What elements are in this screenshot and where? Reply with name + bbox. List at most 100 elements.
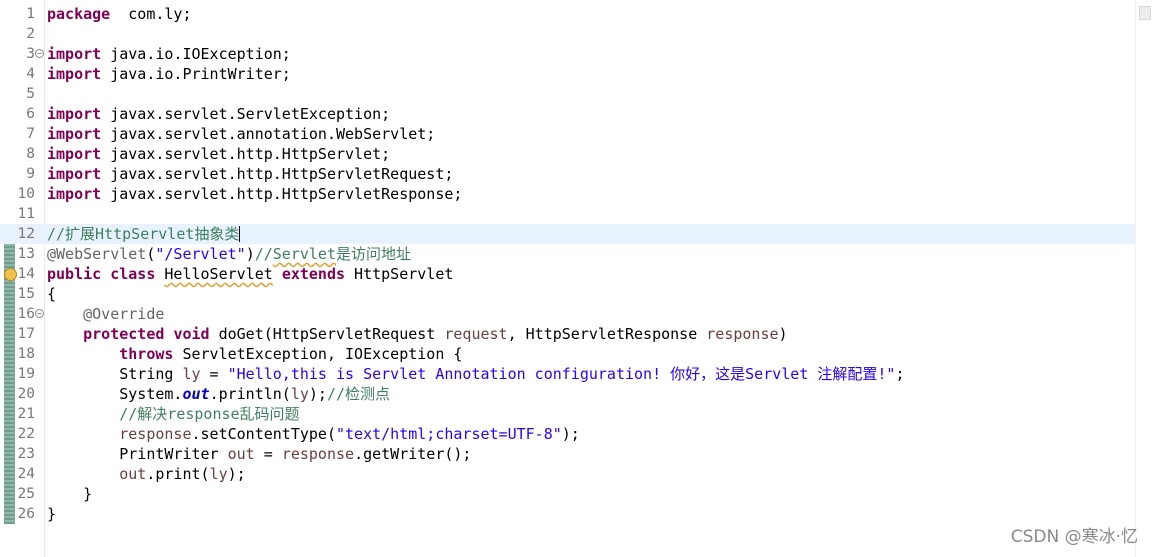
- code-line[interactable]: 2: [0, 24, 1136, 44]
- code-token: }: [47, 485, 93, 503]
- code-token: Servlet: [272, 245, 336, 263]
- code-line[interactable]: 17 protected void doGet(HttpServletReque…: [0, 324, 1136, 344]
- code-line[interactable]: 4 import java.io.PrintWriter;: [0, 64, 1136, 84]
- code-token: String: [47, 365, 183, 383]
- code-token: import: [47, 45, 102, 63]
- watermark: CSDN @寒冰·忆: [1010, 527, 1138, 547]
- code-text[interactable]: //扩展HttpServlet抽象类: [47, 224, 241, 244]
- code-token: System.: [47, 385, 183, 403]
- code-token: "Hello,this is Servlet Annotation config…: [227, 365, 896, 383]
- code-token: );: [227, 465, 246, 483]
- code-token: ly: [182, 365, 201, 383]
- code-text[interactable]: import javax.servlet.http.HttpServlet;: [47, 144, 390, 164]
- code-token: request: [444, 325, 508, 343]
- line-number: 13: [17, 246, 35, 262]
- code-line[interactable]: 11: [0, 204, 1136, 224]
- code-token: HttpServlet: [345, 265, 454, 283]
- code-token: .getWriter();: [354, 445, 472, 463]
- code-line[interactable]: 18 throws ServletException, IOException …: [0, 344, 1136, 364]
- code-line[interactable]: 25 }: [0, 484, 1136, 504]
- code-token: , HttpServletResponse: [507, 325, 707, 343]
- code-line[interactable]: 1 package com.ly;: [0, 4, 1136, 24]
- line-number: 18: [17, 346, 35, 362]
- code-text[interactable]: import java.io.PrintWriter;: [47, 64, 291, 84]
- code-token: response: [706, 325, 779, 343]
- code-text[interactable]: @Override: [47, 304, 164, 324]
- line-number: 6: [26, 106, 35, 122]
- code-token: //检测点: [326, 385, 391, 403]
- code-text[interactable]: public class HelloServlet extends HttpSe…: [47, 264, 453, 284]
- scrollbar-thumb[interactable]: [1139, 6, 1151, 20]
- code-text[interactable]: }: [47, 484, 92, 504]
- code-line[interactable]: 26}: [0, 504, 1136, 524]
- code-text[interactable]: PrintWriter out = response.getWriter();: [47, 444, 471, 464]
- code-line[interactable]: 9 import javax.servlet.http.HttpServletRe…: [0, 164, 1136, 184]
- code-line[interactable]: 22 response.setContentType("text/html;ch…: [0, 424, 1136, 444]
- code-text[interactable]: import javax.servlet.http.HttpServletRes…: [47, 184, 462, 204]
- code-text[interactable]: package com.ly;: [47, 4, 192, 24]
- code-line[interactable]: 15 {: [0, 284, 1136, 304]
- code-line[interactable]: 3− import java.io.IOException;: [0, 44, 1136, 64]
- code-line[interactable]: 5: [0, 84, 1136, 104]
- code-token: javax.servlet.annotation.WebServlet;: [101, 125, 436, 143]
- code-token: ly: [290, 385, 309, 403]
- code-line[interactable]: 16− @Override: [0, 304, 1136, 324]
- code-text[interactable]: import java.io.IOException;: [47, 44, 291, 64]
- code-line[interactable]: 8 import javax.servlet.http.HttpServlet;: [0, 144, 1136, 164]
- code-token: response: [119, 425, 192, 443]
- code-text[interactable]: response.setContentType("text/html;chars…: [47, 424, 580, 444]
- fold-toggle-icon[interactable]: −: [35, 49, 44, 58]
- code-line[interactable]: 24 out.print(ly);: [0, 464, 1136, 484]
- code-text[interactable]: out.print(ly);: [47, 464, 246, 484]
- code-line[interactable]: 7 import javax.servlet.annotation.WebServ…: [0, 124, 1136, 144]
- code-text[interactable]: }: [47, 504, 56, 524]
- code-text[interactable]: import javax.servlet.http.HttpServletReq…: [47, 164, 453, 184]
- vertical-scrollbar[interactable]: [1135, 0, 1152, 557]
- line-number: 10: [17, 186, 35, 202]
- code-text[interactable]: String ly = "Hello,this is Servlet Annot…: [47, 364, 904, 384]
- code-text[interactable]: import javax.servlet.annotation.WebServl…: [47, 124, 435, 144]
- line-number: 9: [26, 166, 35, 182]
- code-token: //: [254, 245, 273, 263]
- code-token: import: [47, 165, 102, 183]
- code-line[interactable]: 14 public class HelloServlet extends Http…: [0, 264, 1136, 284]
- line-number: 12: [17, 226, 35, 242]
- code-line[interactable]: 19 String ly = "Hello,this is Servlet An…: [0, 364, 1136, 384]
- code-token: ): [245, 245, 255, 263]
- code-line[interactable]: 6 import javax.servlet.ServletException;: [0, 104, 1136, 124]
- code-line[interactable]: 10 import javax.servlet.http.HttpServletR…: [0, 184, 1136, 204]
- code-text[interactable]: //解决response乱码问题: [47, 404, 299, 424]
- code-text[interactable]: protected void doGet(HttpServletRequest …: [47, 324, 788, 344]
- code-token: ): [778, 325, 788, 343]
- code-token: =: [200, 365, 228, 383]
- code-line[interactable]: 13 @WebServlet("/Servlet")//Servlet是访问地址: [0, 244, 1136, 264]
- code-line[interactable]: 23 PrintWriter out = response.getWriter(…: [0, 444, 1136, 464]
- code-text[interactable]: import javax.servlet.ServletException;: [47, 104, 390, 124]
- code-token: ServletException, IOException {: [173, 345, 463, 363]
- code-line[interactable]: 12 //扩展HttpServlet抽象类: [0, 224, 1136, 244]
- code-token: .print(: [146, 465, 210, 483]
- fold-toggle-icon[interactable]: −: [35, 309, 44, 318]
- code-token: ;: [895, 365, 905, 383]
- code-token: package: [47, 5, 111, 23]
- warning-marker-icon[interactable]: [4, 268, 17, 281]
- code-token: PrintWriter: [47, 445, 228, 463]
- code-token: java.io.PrintWriter;: [101, 65, 291, 83]
- code-token: doGet(HttpServletRequest: [209, 325, 445, 343]
- line-number: 23: [17, 446, 35, 462]
- code-text[interactable]: throws ServletException, IOException {: [47, 344, 462, 364]
- code-editor[interactable]: 1 package com.ly; 2 3− import java.io.IOExce…: [0, 0, 1152, 557]
- code-text[interactable]: {: [47, 284, 56, 304]
- code-text[interactable]: @WebServlet("/Servlet")//Servlet是访问地址: [47, 244, 411, 264]
- code-lines[interactable]: 1 package com.ly; 2 3− import java.io.IOExce…: [0, 4, 1136, 524]
- code-token: .setContentType(: [191, 425, 337, 443]
- line-number: 4: [26, 66, 35, 82]
- code-text[interactable]: System.out.println(ly);//检测点: [47, 384, 390, 404]
- code-line[interactable]: 21 //解决response乱码问题: [0, 404, 1136, 424]
- code-token: ly: [209, 465, 228, 483]
- code-token: //扩展HttpServlet抽象类: [47, 225, 240, 243]
- code-line[interactable]: 20 System.out.println(ly);//检测点: [0, 384, 1136, 404]
